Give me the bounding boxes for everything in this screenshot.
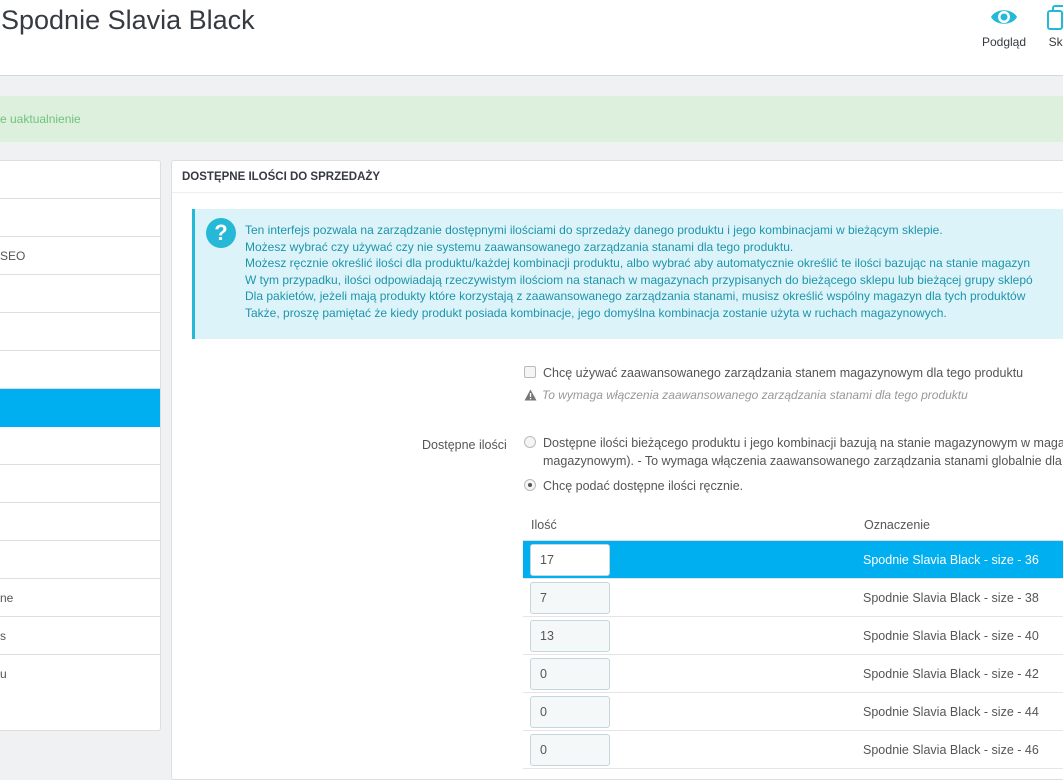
designation-cell: Spodnie Slavia Black - size - 36 [863,553,1039,567]
info-line: Także, proszę pamiętać że kiedy produkt … [245,305,947,320]
sidebar-item[interactable] [0,199,160,237]
duplicate-button[interactable]: Sko [1039,2,1063,54]
warning-note: To wymaga włączenia zaawansowanego zarzą… [524,388,968,402]
designation-cell: Spodnie Slavia Black - size - 40 [863,629,1039,643]
sidebar-item[interactable] [0,275,160,313]
advanced-stock-checkbox-row[interactable]: Chcę używać zaawansowanego zarządzania s… [524,366,1023,380]
info-line: Dla pakietów, jeżeli mają produkty które… [245,289,1026,303]
sidebar-item[interactable] [0,427,160,465]
radio-auto-label: Dostępne ilości bieżącego produktu i jeg… [543,436,1063,450]
designation-cell: Spodnie Slavia Black - size - 38 [863,591,1039,605]
alert-text: e uaktualnienie [0,112,81,126]
info-line: Możesz wybrać czy używać czy nie systemu… [245,239,794,254]
sidebar-item[interactable]: ne [0,579,160,617]
warning-icon [524,389,537,401]
quantity-input[interactable]: 0 [530,658,610,690]
sidebar-item-seo[interactable]: SEO [0,237,160,275]
designation-cell: Spodnie Slavia Black - size - 46 [863,743,1039,757]
quantity-input[interactable]: 7 [530,582,610,614]
sidebar-item[interactable]: s [0,617,160,655]
sidebar-item[interactable] [0,541,160,579]
table-row[interactable]: 0 Spodnie Slavia Black - size - 42 [523,655,1063,693]
info-line: Ten interfejs pozwala na zarządzanie dos… [245,223,943,237]
advanced-stock-checkbox[interactable] [524,366,536,378]
designation-cell: Spodnie Slavia Black - size - 42 [863,667,1039,681]
radio-manual-label: Chcę podać dostępne ilości ręcznie. [543,479,744,493]
table-row[interactable]: 17 Spodnie Slavia Black - size - 36 [523,541,1063,579]
table-row[interactable]: 13 Spodnie Slavia Black - size - 40 [523,617,1063,655]
product-tabs-sidebar: SEO ne s u [0,160,161,731]
sidebar-item[interactable] [0,503,160,541]
quantity-input[interactable]: 17 [530,544,610,576]
col-designation-header: Oznaczenie [864,518,931,532]
radio-manual[interactable] [524,479,536,491]
col-qty-header: Ilość [531,518,557,532]
page-header: Spodnie Slavia Black Podgląd Sko [0,0,1063,76]
designation-cell: Spodnie Slavia Black - size - 44 [863,705,1039,719]
available-quantities-label: Dostępne ilości [422,438,507,452]
table-row[interactable]: 7 Spodnie Slavia Black - size - 38 [523,579,1063,617]
copy-label: Sko [1048,35,1063,49]
table-row[interactable]: 0 Spodnie Slavia Black - size - 46 [523,731,1063,769]
quantities-panel: DOSTĘPNE ILOŚCI DO SPRZEDAŻY ? Ten inter… [171,160,1063,780]
info-line: W tym przypadku, ilości odpowiadają rzec… [245,272,1033,287]
advanced-stock-label: Chcę używać zaawansowanego zarządzania s… [543,366,1024,380]
radio-auto-label-cont: magazynowym). - To wymaga włączenia zaaw… [543,454,1062,468]
quantity-input[interactable]: 0 [530,696,610,728]
page-title: Spodnie Slavia Black [1,5,255,35]
radio-auto-option[interactable]: Dostępne ilości bieżącego produktu i jeg… [524,436,1063,450]
question-icon: ? [206,218,236,248]
table-header: Ilość Oznaczenie [523,511,1063,541]
sidebar-item-quantities[interactable] [0,389,160,427]
preview-button[interactable]: Podgląd [978,2,1030,54]
sidebar-item[interactable] [0,465,160,503]
quantity-input[interactable]: 0 [530,734,610,766]
quantity-input[interactable]: 13 [530,620,610,652]
radio-manual-option[interactable]: Chcę podać dostępne ilości ręcznie. [524,479,743,493]
sidebar-item[interactable] [0,313,160,351]
eye-icon [991,10,1017,24]
preview-label: Podgląd [981,35,1027,49]
warning-text: To wymaga włączenia zaawansowanego zarzą… [542,388,968,402]
sidebar-item[interactable]: u [0,655,160,693]
radio-auto[interactable] [524,436,536,448]
panel-heading: DOSTĘPNE ILOŚCI DO SPRZEDAŻY [172,161,1063,193]
table-row[interactable]: 0 Spodnie Slavia Black - size - 44 [523,693,1063,731]
success-alert: e uaktualnienie [0,96,1063,142]
info-line: Możesz ręcznie określić ilości dla produ… [245,256,1031,270]
sidebar-item[interactable] [0,161,160,199]
sidebar-item[interactable] [0,351,160,389]
copy-icon [1047,5,1063,30]
quantities-table: Ilość Oznaczenie 17 Spodnie Slavia Black… [523,511,1063,769]
info-alert: ? Ten interfejs pozwala na zarządzanie d… [192,209,1063,339]
